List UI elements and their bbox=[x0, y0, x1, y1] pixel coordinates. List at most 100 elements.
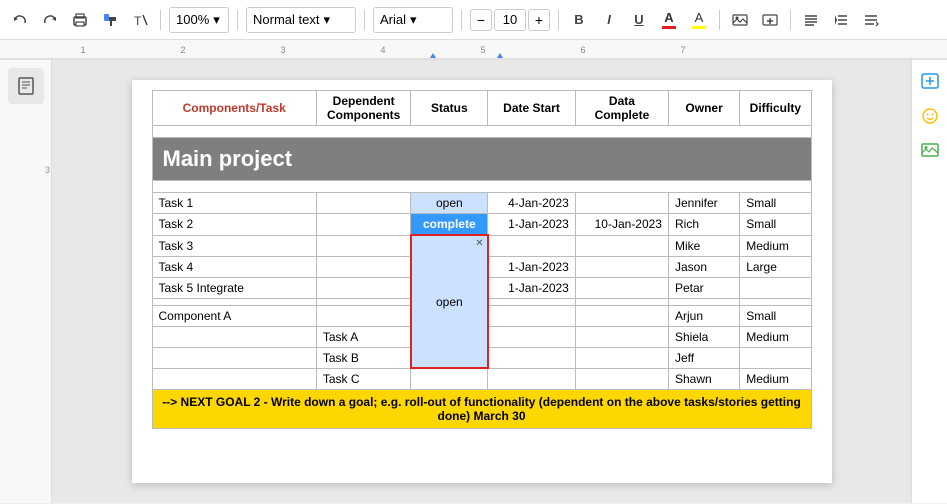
blank-diff bbox=[740, 298, 811, 305]
font-size-plus[interactable]: + bbox=[528, 9, 550, 31]
task-b-dep: Task B bbox=[316, 347, 411, 368]
zoom-dropdown[interactable]: 100% ▾ bbox=[169, 7, 229, 33]
add-comment-button[interactable] bbox=[916, 68, 944, 96]
right-panel bbox=[911, 60, 947, 503]
merged-open-status-cell[interactable]: open ✕ bbox=[411, 235, 488, 368]
comp-a-diff: Small bbox=[740, 305, 811, 326]
task-1-name: Task 1 bbox=[152, 193, 316, 214]
task-2-complete: 10-Jan-2023 bbox=[575, 214, 668, 236]
table-row: Task C Shawn Medium bbox=[152, 368, 811, 389]
emoji-button[interactable] bbox=[916, 102, 944, 130]
task-4-owner: Jason bbox=[668, 256, 739, 277]
bold-button[interactable]: B bbox=[567, 8, 591, 32]
task-5-name: Task 5 Integrate bbox=[152, 277, 316, 298]
left-panel: 3 bbox=[0, 60, 52, 503]
task-c-dep: Task C bbox=[316, 368, 411, 389]
font-value: Arial bbox=[380, 12, 406, 27]
more-options-button[interactable] bbox=[859, 8, 883, 32]
font-color-button[interactable]: A bbox=[657, 8, 681, 32]
doc-area[interactable]: Components/Task Dependent Components Sta… bbox=[52, 60, 911, 503]
highlight-color-button[interactable]: A bbox=[687, 8, 711, 32]
task-c-complete bbox=[575, 368, 668, 389]
header-data-complete: Data Complete bbox=[575, 91, 668, 126]
comp-a-name: Component A bbox=[152, 305, 316, 326]
page: Components/Task Dependent Components Sta… bbox=[132, 80, 832, 483]
task-c-status bbox=[411, 368, 488, 389]
font-color-bar bbox=[662, 26, 676, 29]
task-2-date: 1-Jan-2023 bbox=[488, 214, 576, 236]
toolbar: T 100% ▾ Normal text ▾ Arial ▾ − + B I U… bbox=[0, 0, 947, 40]
svg-text:T: T bbox=[134, 14, 142, 28]
sep2 bbox=[237, 10, 238, 30]
svg-text:1: 1 bbox=[80, 45, 85, 55]
task-b-date bbox=[488, 347, 576, 368]
paint-format-button[interactable] bbox=[98, 8, 122, 32]
task-b-name bbox=[152, 347, 316, 368]
blank-date bbox=[488, 298, 576, 305]
task-a-dep: Task A bbox=[316, 326, 411, 347]
task-3-date bbox=[488, 235, 576, 256]
sep1 bbox=[160, 10, 161, 30]
sep7 bbox=[790, 10, 791, 30]
underline-button[interactable]: U bbox=[627, 8, 651, 32]
image-insert-button[interactable] bbox=[916, 136, 944, 164]
font-size-area: − + bbox=[470, 9, 550, 31]
task-c-owner: Shawn bbox=[668, 368, 739, 389]
task-c-diff: Medium bbox=[740, 368, 811, 389]
svg-text:3: 3 bbox=[280, 45, 285, 55]
font-size-minus[interactable]: − bbox=[470, 9, 492, 31]
task-4-dep bbox=[316, 256, 411, 277]
line-spacing-button[interactable] bbox=[829, 8, 853, 32]
task-a-date bbox=[488, 326, 576, 347]
task-1-diff: Small bbox=[740, 193, 811, 214]
highlight-color-bar bbox=[692, 26, 706, 29]
style-dropdown[interactable]: Normal text ▾ bbox=[246, 7, 356, 33]
comp-a-complete bbox=[575, 305, 668, 326]
insert-image-button[interactable] bbox=[728, 8, 752, 32]
redo-button[interactable] bbox=[38, 8, 62, 32]
task-5-date: 1-Jan-2023 bbox=[488, 277, 576, 298]
task-3-owner: Mike bbox=[668, 235, 739, 256]
task-4-name: Task 4 bbox=[152, 256, 316, 277]
blank-task bbox=[152, 298, 316, 305]
task-1-complete bbox=[575, 193, 668, 214]
task-5-diff bbox=[740, 277, 811, 298]
print-button[interactable] bbox=[68, 8, 92, 32]
task-3-diff: Medium bbox=[740, 235, 811, 256]
svg-text:6: 6 bbox=[580, 45, 585, 55]
task-a-name bbox=[152, 326, 316, 347]
main-area: 3 Components/Task Dependent Components S… bbox=[0, 60, 947, 503]
task-4-date: 1-Jan-2023 bbox=[488, 256, 576, 277]
font-size-input[interactable] bbox=[494, 9, 526, 31]
task-2-name: Task 2 bbox=[152, 214, 316, 236]
font-dropdown[interactable]: Arial ▾ bbox=[373, 7, 453, 33]
task-3-dep bbox=[316, 235, 411, 256]
font-color-label: A bbox=[664, 10, 673, 25]
table-row: Task 1 open 4-Jan-2023 Jennifer Small bbox=[152, 193, 811, 214]
spacer-row-2 bbox=[152, 181, 811, 193]
italic-button[interactable]: I bbox=[597, 8, 621, 32]
task-3-complete bbox=[575, 235, 668, 256]
zoom-arrow: ▾ bbox=[213, 12, 220, 28]
header-dep: Dependent Components bbox=[316, 91, 411, 126]
header-status: Status bbox=[411, 91, 488, 126]
table-row: Task 3 open ✕ Mike Medium bbox=[152, 235, 811, 256]
goal-text: --> NEXT GOAL 2 - Write down a goal; e.g… bbox=[152, 389, 811, 428]
blank-owner bbox=[668, 298, 739, 305]
sep3 bbox=[364, 10, 365, 30]
goal-row: --> NEXT GOAL 2 - Write down a goal; e.g… bbox=[152, 389, 811, 428]
align-button[interactable] bbox=[799, 8, 823, 32]
page-panel-button[interactable] bbox=[8, 68, 44, 104]
task-4-complete bbox=[575, 256, 668, 277]
blank-complete bbox=[575, 298, 668, 305]
task-1-status: open bbox=[411, 193, 488, 214]
sep4 bbox=[461, 10, 462, 30]
clear-format-button[interactable]: T bbox=[128, 8, 152, 32]
comp-a-date bbox=[488, 305, 576, 326]
undo-button[interactable] bbox=[8, 8, 32, 32]
insert-drawing-button[interactable] bbox=[758, 8, 782, 32]
svg-text:7: 7 bbox=[680, 45, 685, 55]
cell-close-button[interactable]: ✕ bbox=[475, 238, 483, 249]
blank-dep bbox=[316, 298, 411, 305]
header-date-start: Date Start bbox=[488, 91, 576, 126]
